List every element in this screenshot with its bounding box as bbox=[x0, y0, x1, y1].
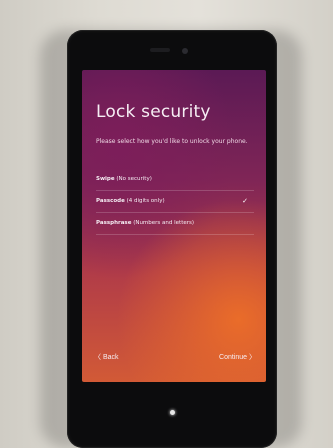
divider bbox=[96, 190, 254, 191]
selected-check-icon: ✓ bbox=[242, 197, 248, 205]
instructions-text: Please select how you'd like to unlock y… bbox=[96, 138, 248, 145]
option-passphrase-name: Passphrase bbox=[96, 220, 132, 226]
page-title: Lock security bbox=[96, 102, 211, 122]
option-swipe[interactable]: Swipe (No security) bbox=[96, 172, 254, 186]
option-passphrase-detail: (Numbers and letters) bbox=[133, 220, 195, 226]
continue-button[interactable]: Continue 〉 bbox=[219, 352, 256, 362]
option-passcode-name: Passcode bbox=[96, 198, 125, 204]
option-passphrase[interactable]: Passphrase (Numbers and letters) bbox=[96, 216, 254, 230]
front-camera-icon bbox=[182, 48, 188, 54]
option-passcode[interactable]: Passcode (4 digits only) ✓ bbox=[96, 194, 254, 208]
phone-screen: Lock security Please select how you'd li… bbox=[82, 70, 266, 382]
option-swipe-detail: (No security) bbox=[116, 176, 152, 182]
home-led-icon bbox=[170, 410, 175, 415]
divider bbox=[96, 234, 254, 235]
divider bbox=[96, 212, 254, 213]
back-button[interactable]: 〈 Back bbox=[94, 352, 119, 362]
option-passcode-detail: (4 digits only) bbox=[126, 198, 165, 204]
sensor-icon bbox=[150, 48, 170, 52]
option-swipe-name: Swipe bbox=[96, 176, 115, 182]
